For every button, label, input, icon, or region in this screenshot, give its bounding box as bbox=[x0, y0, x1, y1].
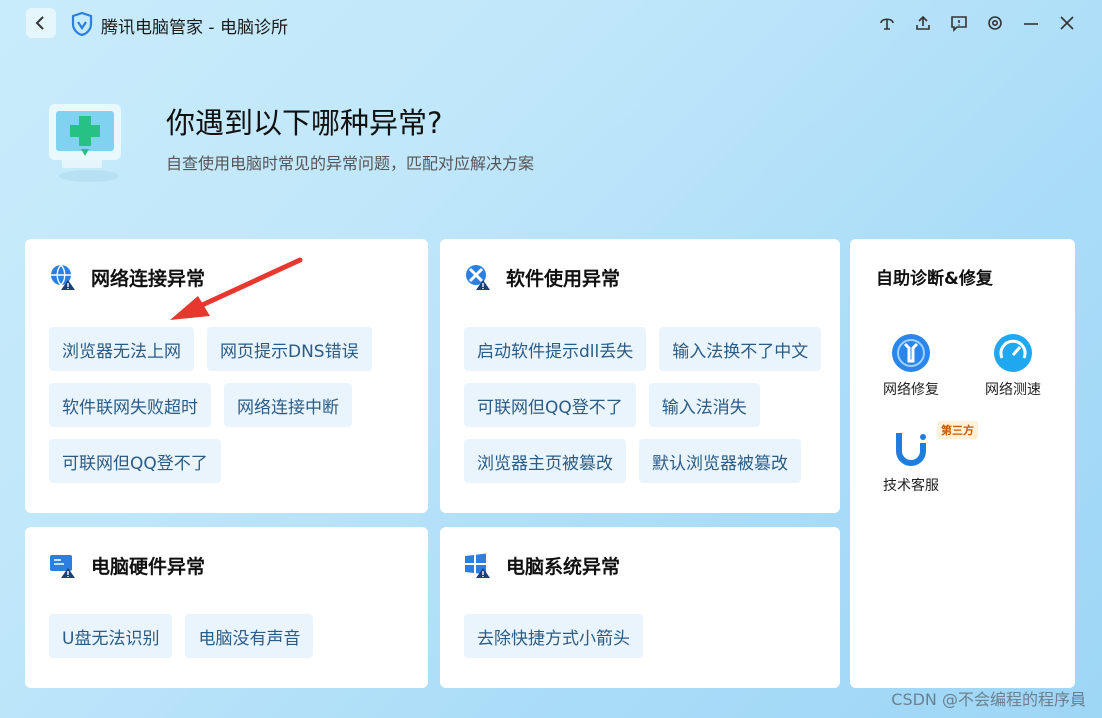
close-icon[interactable] bbox=[1056, 12, 1078, 34]
globe-warning-icon bbox=[49, 263, 77, 291]
network-card: 网络连接异常 浏览器无法上网 网页提示DNS错误 软件联网失败超时 网络连接中断… bbox=[25, 239, 428, 513]
page-subtitle: 自查使用电脑时常见的异常问题，匹配对应解决方案 bbox=[166, 154, 535, 173]
page-title: 你遇到以下哪种异常? bbox=[166, 106, 443, 140]
feedback-icon[interactable] bbox=[948, 12, 970, 34]
settings-icon[interactable] bbox=[984, 12, 1006, 34]
title-bar: 腾讯电脑管家 - 电脑诊所 bbox=[0, 0, 1102, 48]
issue-no-sound[interactable]: 电脑没有声音 bbox=[185, 614, 314, 658]
third-party-badge: 第三方 bbox=[937, 421, 978, 439]
issue-dll-missing[interactable]: 启动软件提示dll丢失 bbox=[464, 327, 647, 371]
speedometer-icon bbox=[994, 334, 1032, 372]
network-repair-icon bbox=[892, 334, 930, 372]
system-card: 电脑系统异常 去除快捷方式小箭头 bbox=[440, 527, 840, 688]
share-icon[interactable] bbox=[912, 12, 934, 34]
speed-test-label: 网络测速 bbox=[985, 382, 1041, 398]
shield-logo-icon bbox=[71, 12, 93, 36]
issue-qq-login-fail[interactable]: 可联网但QQ登不了 bbox=[464, 383, 636, 427]
issue-ime-missing[interactable]: 输入法消失 bbox=[648, 383, 760, 427]
issue-network-disconnect[interactable]: 网络连接中断 bbox=[224, 383, 352, 427]
watermark: CSDN @不会编程的程序員 bbox=[891, 690, 1086, 709]
skin-icon[interactable] bbox=[876, 12, 898, 34]
issue-qq-login-fail[interactable]: 可联网但QQ登不了 bbox=[49, 439, 221, 483]
app-warning-icon bbox=[464, 263, 492, 291]
minimize-icon[interactable] bbox=[1020, 12, 1042, 34]
tech-support-label: 技术客服 bbox=[883, 478, 939, 494]
back-button[interactable] bbox=[26, 8, 56, 38]
monitor-medical-icon bbox=[49, 104, 121, 182]
self-diagnosis-panel: 自助诊断&修复 网络修复 网络测速 第三方 技术客服 bbox=[850, 239, 1075, 688]
issue-browser-no-internet[interactable]: 浏览器无法上网 bbox=[49, 327, 194, 371]
issue-default-browser-hijacked[interactable]: 默认浏览器被篡改 bbox=[639, 439, 801, 483]
system-card-title: 电脑系统异常 bbox=[506, 555, 621, 578]
chevron-left-icon bbox=[35, 16, 44, 30]
hardware-card-title: 电脑硬件异常 bbox=[91, 555, 206, 578]
issue-dns-error[interactable]: 网页提示DNS错误 bbox=[207, 327, 372, 371]
hardware-card: 电脑硬件异常 U盘无法识别 电脑没有声音 bbox=[25, 527, 428, 688]
issue-remove-shortcut-arrow[interactable]: 去除快捷方式小箭头 bbox=[464, 614, 643, 658]
issue-usb-not-recognized[interactable]: U盘无法识别 bbox=[49, 614, 173, 658]
issue-software-network-timeout[interactable]: 软件联网失败超时 bbox=[49, 383, 211, 427]
issue-homepage-hijacked[interactable]: 浏览器主页被篡改 bbox=[464, 439, 626, 483]
support-icon bbox=[896, 433, 926, 466]
tech-support-button[interactable]: 第三方 技术客服 bbox=[871, 421, 978, 495]
software-card: 软件使用异常 启动软件提示dll丢失 输入法换不了中文 可联网但QQ登不了 输入… bbox=[440, 239, 840, 513]
network-repair-label: 网络修复 bbox=[883, 382, 939, 398]
hardware-warning-icon bbox=[49, 551, 77, 579]
app-title: 腾讯电脑管家 - 电脑诊所 bbox=[101, 18, 288, 38]
issue-ime-no-chinese[interactable]: 输入法换不了中文 bbox=[659, 327, 822, 371]
speed-test-button[interactable]: 网络测速 bbox=[973, 333, 1053, 399]
network-repair-button[interactable]: 网络修复 bbox=[871, 333, 951, 399]
self-diagnosis-title: 自助诊断&修复 bbox=[876, 269, 993, 289]
software-card-title: 软件使用异常 bbox=[506, 267, 621, 290]
windows-warning-icon bbox=[464, 551, 492, 579]
network-card-title: 网络连接异常 bbox=[91, 267, 206, 290]
